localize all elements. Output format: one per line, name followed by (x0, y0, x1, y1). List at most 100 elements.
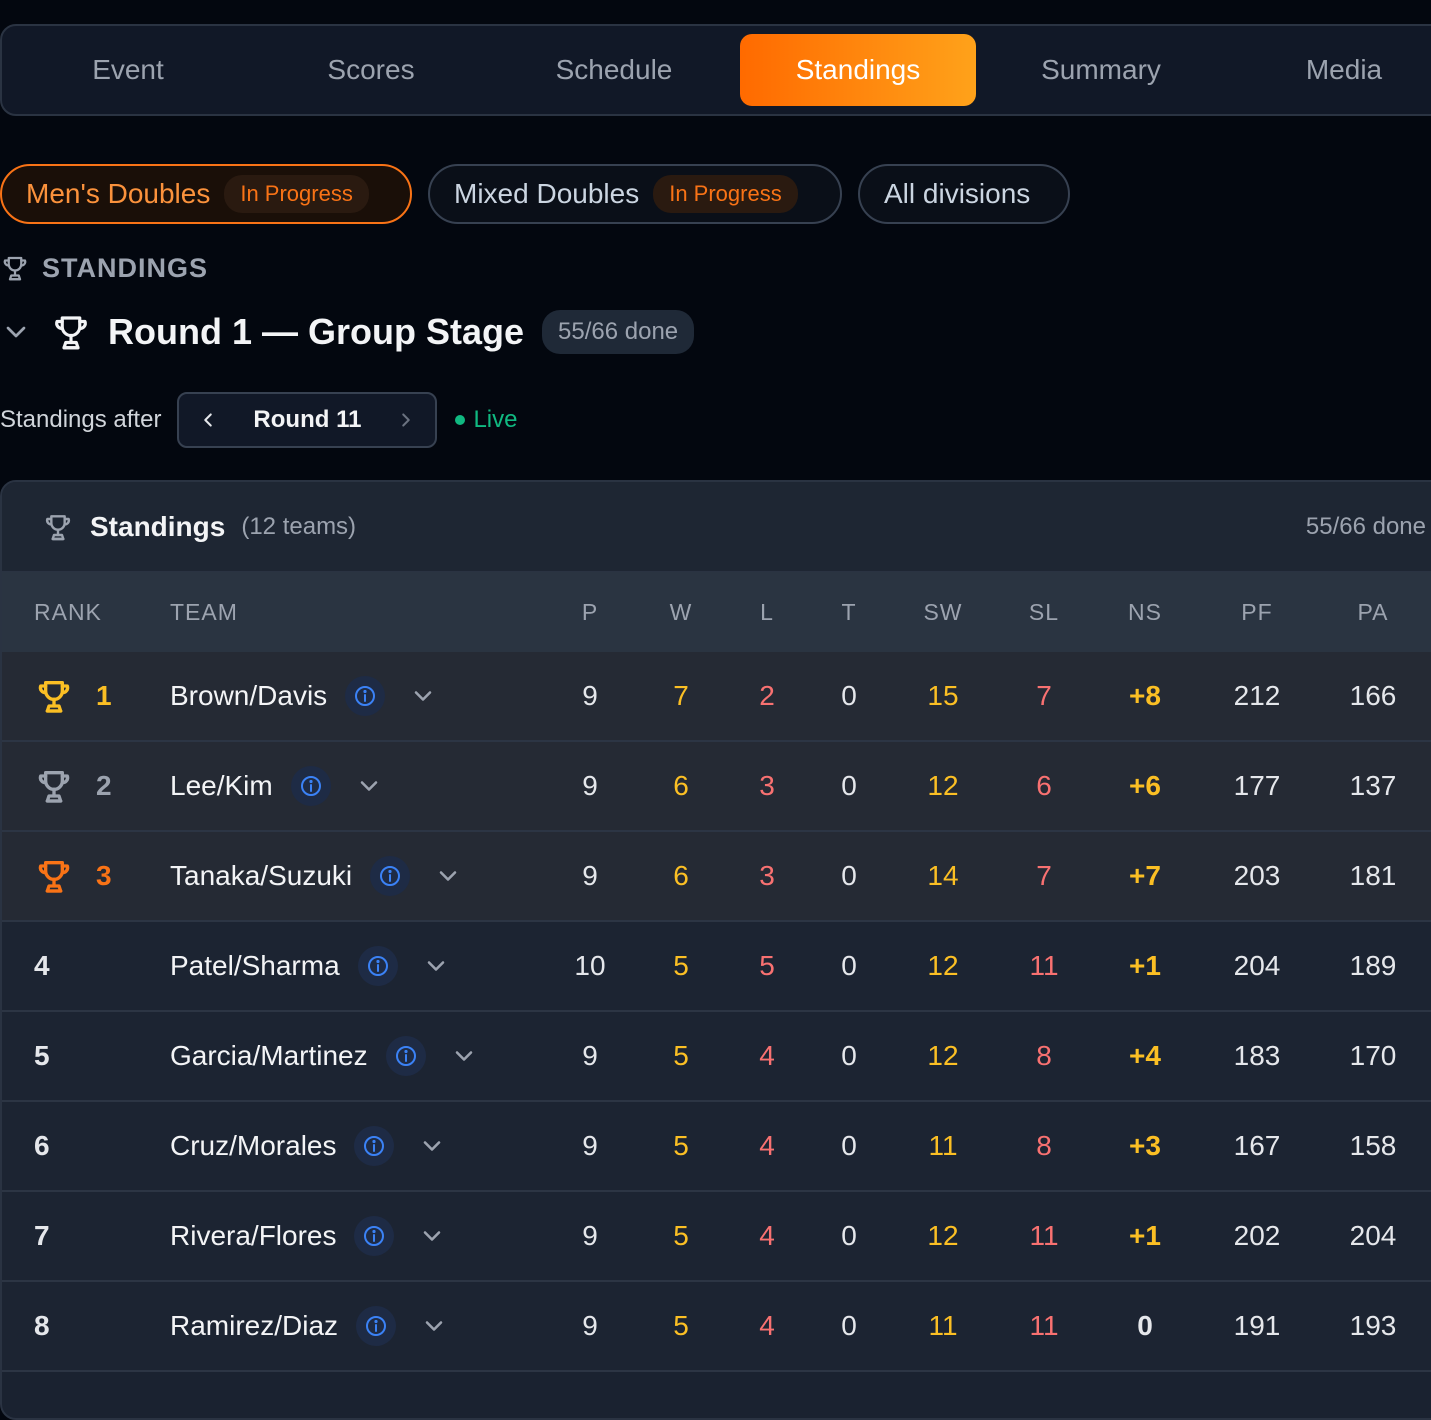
team-name[interactable]: Lee/Kim (170, 770, 273, 802)
table-row[interactable]: 2 Lee/Kim 9 6 3 0 12 6 +6 177 137 (2, 742, 1431, 832)
standings-after-row: Standings after Round 11 Live (0, 392, 517, 448)
team-name[interactable]: Cruz/Morales (170, 1130, 336, 1162)
col-w[interactable]: W (641, 572, 721, 652)
division-mens-doubles[interactable]: Men's Doubles In Progress (0, 164, 412, 224)
cell-l: 5 (759, 950, 775, 981)
tab-standings[interactable]: Standings (740, 34, 976, 106)
info-icon[interactable] (370, 856, 411, 896)
chevron-down-icon[interactable] (418, 1222, 446, 1250)
cell-t: 0 (841, 770, 857, 801)
cell-sw: 11 (928, 1130, 958, 1161)
cell-w: 6 (673, 860, 689, 891)
cell-w: 5 (673, 1130, 689, 1161)
table-row[interactable]: 3 Tanaka/Suzuki 9 6 3 0 14 7 +7 203 181 (2, 832, 1431, 922)
col-p[interactable]: P (550, 572, 630, 652)
chevron-down-icon[interactable] (0, 316, 32, 348)
cell-w: 5 (673, 1220, 689, 1251)
cell-pa: 166 (1349, 680, 1397, 711)
cell-pa: 137 (1349, 770, 1397, 801)
tab-scores[interactable]: Scores (253, 34, 489, 106)
main-tabs: Event Scores Schedule Standings Summary … (0, 24, 1431, 116)
rank-cell: 7 (34, 1192, 50, 1280)
cell-ns: 0 (1137, 1310, 1153, 1341)
info-icon[interactable] (385, 1036, 426, 1076)
rank-number: 3 (96, 860, 112, 891)
team-name[interactable]: Ramirez/Diaz (170, 1310, 338, 1342)
table-row[interactable]: 6 Cruz/Morales 9 5 4 0 11 8 +3 167 158 (2, 1102, 1431, 1192)
table-row[interactable]: 7 Rivera/Flores 9 5 4 0 12 11 +1 202 204 (2, 1192, 1431, 1282)
table-row[interactable]: 8 Ramirez/Diaz 9 5 4 0 11 11 0 191 193 (2, 1282, 1431, 1372)
cell-w: 7 (673, 680, 689, 711)
col-sl[interactable]: SL (1004, 572, 1084, 652)
cell-ns: +6 (1129, 770, 1161, 801)
tab-summary[interactable]: Summary (983, 34, 1219, 106)
rank-number: 1 (96, 680, 112, 711)
team-name[interactable]: Patel/Sharma (170, 950, 340, 982)
round-selector-value: Round 11 (253, 406, 362, 433)
tab-media[interactable]: Media (1226, 34, 1431, 106)
cell-pf: 203 (1233, 860, 1281, 891)
chevron-left-icon[interactable] (197, 409, 219, 431)
rank-cell: 6 (34, 1102, 50, 1190)
col-t[interactable]: T (809, 572, 889, 652)
cell-pa: 181 (1349, 860, 1397, 891)
col-pa[interactable]: PA (1333, 572, 1413, 652)
col-ns[interactable]: NS (1105, 572, 1185, 652)
cell-t: 0 (841, 860, 857, 891)
standings-card-header: Standings (12 teams) 55/66 done (2, 482, 1431, 572)
cell-l: 4 (759, 1220, 775, 1251)
col-team[interactable]: TEAM (170, 572, 238, 652)
info-icon[interactable] (290, 766, 331, 806)
team-cell: Ramirez/Diaz (170, 1282, 448, 1370)
division-label: Mixed Doubles (454, 178, 640, 209)
chevron-down-icon[interactable] (422, 952, 450, 980)
chevron-down-icon[interactable] (409, 682, 437, 710)
team-name[interactable]: Brown/Davis (170, 680, 327, 712)
cell-w: 5 (673, 1310, 689, 1341)
team-name[interactable]: Tanaka/Suzuki (170, 860, 352, 892)
chevron-down-icon[interactable] (418, 1132, 446, 1160)
division-mixed-doubles[interactable]: Mixed Doubles In Progress (428, 164, 842, 224)
team-name[interactable]: Rivera/Flores (170, 1220, 336, 1252)
info-icon[interactable] (354, 1216, 395, 1256)
live-indicator: Live (455, 406, 517, 434)
rank-number: 4 (34, 950, 50, 981)
info-icon[interactable] (357, 946, 398, 986)
table-row[interactable]: 1 Brown/Davis 9 7 2 0 15 7 +8 212 166 (2, 652, 1431, 742)
chevron-down-icon[interactable] (450, 1042, 478, 1070)
team-name[interactable]: Garcia/Martinez (170, 1040, 368, 1072)
chevron-down-icon[interactable] (355, 772, 383, 800)
team-cell: Garcia/Martinez (170, 1012, 478, 1100)
cell-sl: 7 (1036, 680, 1052, 711)
chevron-down-icon[interactable] (434, 862, 462, 890)
cell-l: 3 (759, 770, 775, 801)
division-all[interactable]: All divisions (858, 164, 1070, 224)
cell-w: 5 (673, 950, 689, 981)
cell-pf: 204 (1233, 950, 1281, 981)
trophy-bronze-icon (34, 856, 74, 896)
rank-number: 5 (34, 1040, 50, 1071)
col-rank[interactable]: RANK (34, 572, 102, 652)
tab-schedule[interactable]: Schedule (496, 34, 732, 106)
chevron-down-icon[interactable] (420, 1312, 448, 1340)
info-icon[interactable] (354, 1126, 395, 1166)
cell-t: 0 (841, 1040, 857, 1071)
cell-l: 4 (759, 1040, 775, 1071)
cell-p: 9 (582, 770, 598, 801)
card-title: Standings (90, 510, 226, 542)
standings-after-label: Standings after (0, 406, 162, 433)
division-label: Men's Doubles (26, 178, 211, 209)
info-icon[interactable] (345, 676, 386, 716)
cell-ns: +1 (1129, 1220, 1161, 1251)
table-row[interactable]: 5 Garcia/Martinez 9 5 4 0 12 8 +4 183 170 (2, 1012, 1431, 1102)
chevron-right-icon[interactable] (395, 409, 417, 431)
tab-event[interactable]: Event (10, 34, 246, 106)
table-row[interactable]: 4 Patel/Sharma 10 5 5 0 12 11 +1 204 189 (2, 922, 1431, 1012)
trophy-icon (3, 256, 27, 281)
cell-sw: 15 (927, 680, 959, 711)
col-l[interactable]: L (727, 572, 807, 652)
col-sw[interactable]: SW (903, 572, 983, 652)
round-header[interactable]: Round 1 — Group Stage 55/66 done (0, 306, 695, 358)
col-pf[interactable]: PF (1217, 572, 1297, 652)
info-icon[interactable] (356, 1306, 397, 1346)
